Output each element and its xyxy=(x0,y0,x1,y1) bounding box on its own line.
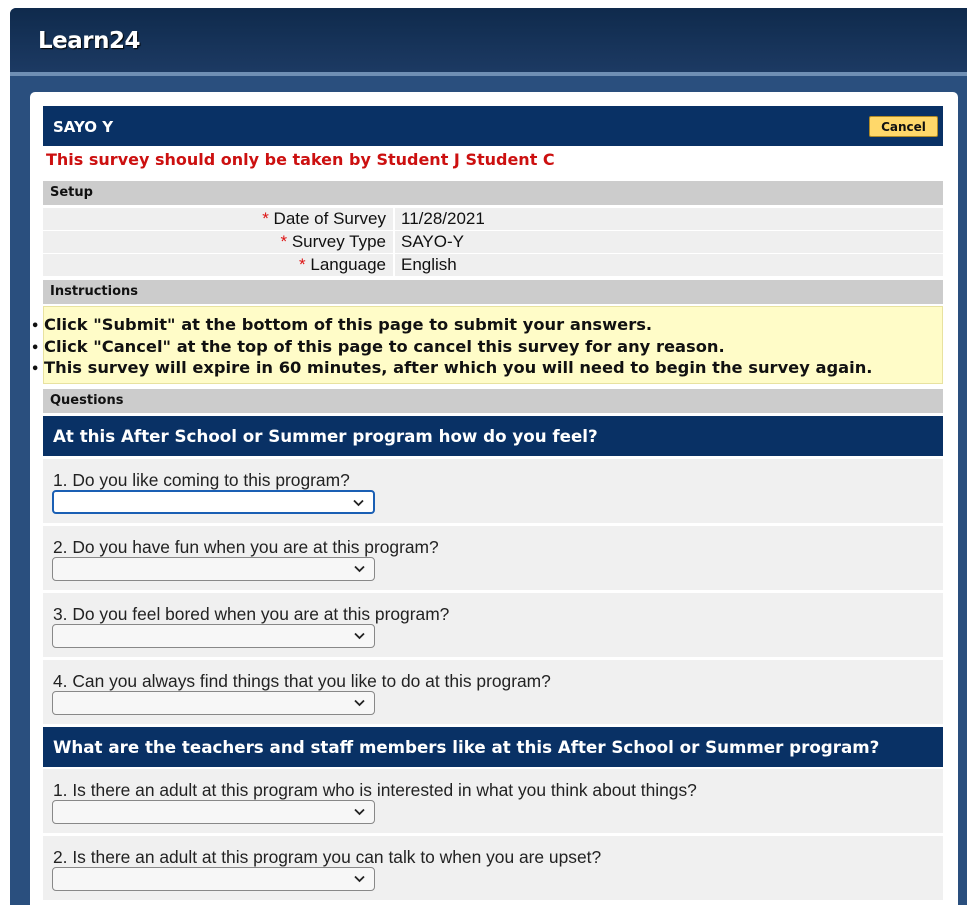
question-text: 3. Do you feel bored when you are at thi… xyxy=(53,604,450,624)
setup-divider xyxy=(393,208,395,230)
chevron-down-icon xyxy=(353,499,364,507)
answer-select[interactable] xyxy=(52,490,375,514)
survey-type-label: Survey Type xyxy=(291,232,386,251)
instruction-item: • This survey will expire in 60 minutes, … xyxy=(31,358,872,377)
survey-type-value: SAYO-Y xyxy=(401,232,464,251)
language-label: Language xyxy=(310,255,386,274)
question-item: 2. Do you have fun when you are at this … xyxy=(43,526,943,590)
answer-select[interactable] xyxy=(52,800,375,824)
chevron-down-icon xyxy=(354,875,365,883)
answer-select[interactable] xyxy=(52,557,375,581)
required-marker: * xyxy=(299,255,306,274)
header-divider xyxy=(10,72,967,76)
date-of-survey-label: Date of Survey xyxy=(273,209,386,228)
chevron-down-icon xyxy=(354,632,365,640)
language-value: English xyxy=(401,255,457,274)
app-header: Learn24 xyxy=(10,8,967,72)
question-item: 2. Is there an adult at this program you… xyxy=(43,836,943,900)
required-marker: * xyxy=(262,209,269,228)
app-title: Learn24 xyxy=(38,28,141,54)
required-marker: * xyxy=(280,232,288,251)
question-text: 1. Do you like coming to this program? xyxy=(53,470,350,490)
instruction-text: This survey will expire in 60 minutes, a… xyxy=(44,358,873,377)
setup-section-header: Setup xyxy=(43,181,943,205)
instructions-box: • Click "Submit" at the bottom of this pa… xyxy=(31,306,943,384)
survey-title: SAYO Y xyxy=(53,118,114,136)
questions-section-header: Questions xyxy=(43,389,943,413)
question-group-header: At this After School or Summer program h… xyxy=(43,416,943,456)
setup-label: * Survey Type xyxy=(280,232,386,252)
bullet: • xyxy=(31,362,40,377)
question-item: 1. Is there an adult at this program who… xyxy=(43,769,943,833)
question-item: 1. Do you like coming to this program? xyxy=(43,459,943,523)
setup-row-type: * Survey Type SAYO-Y xyxy=(43,231,943,253)
setup-row-language: * Language English xyxy=(43,254,943,276)
bullet: • xyxy=(31,341,40,356)
date-of-survey-value: 11/28/2021 xyxy=(401,209,485,228)
question-text: 2. Do you have fun when you are at this … xyxy=(53,537,439,557)
survey-header: SAYO Y Cancel xyxy=(43,106,943,146)
instruction-item: • Click "Submit" at the bottom of this pa… xyxy=(31,315,652,334)
question-text: 1. Is there an adult at this program who… xyxy=(53,780,697,800)
instructions-section-header: Instructions xyxy=(43,280,943,304)
setup-divider xyxy=(393,231,395,253)
chevron-down-icon xyxy=(354,565,365,573)
question-text: 4. Can you always find things that you l… xyxy=(53,671,551,691)
question-item: 3. Do you feel bored when you are at thi… xyxy=(43,593,943,657)
question-text: 2. Is there an adult at this program you… xyxy=(53,847,602,867)
chevron-down-icon xyxy=(354,699,365,707)
setup-divider xyxy=(393,254,395,276)
instruction-text: Click "Cancel" at the top of this page t… xyxy=(44,337,725,356)
setup-label: * Language xyxy=(299,255,386,275)
survey-warning: This survey should only be taken by Stud… xyxy=(46,150,555,169)
chevron-down-icon xyxy=(354,808,365,816)
cancel-button[interactable]: Cancel xyxy=(869,116,938,137)
answer-select[interactable] xyxy=(52,691,375,715)
answer-select[interactable] xyxy=(52,624,375,648)
bullet: • xyxy=(31,319,40,334)
instruction-item: • Click "Cancel" at the top of this page … xyxy=(31,337,725,356)
question-group-header: What are the teachers and staff members … xyxy=(43,727,943,767)
question-item: 4. Can you always find things that you l… xyxy=(43,660,943,724)
setup-row-date: * Date of Survey 11/28/2021 xyxy=(43,208,943,230)
answer-select[interactable] xyxy=(52,867,375,891)
instruction-text: Click "Submit" at the bottom of this pag… xyxy=(44,315,653,334)
setup-label: * Date of Survey xyxy=(262,209,386,229)
